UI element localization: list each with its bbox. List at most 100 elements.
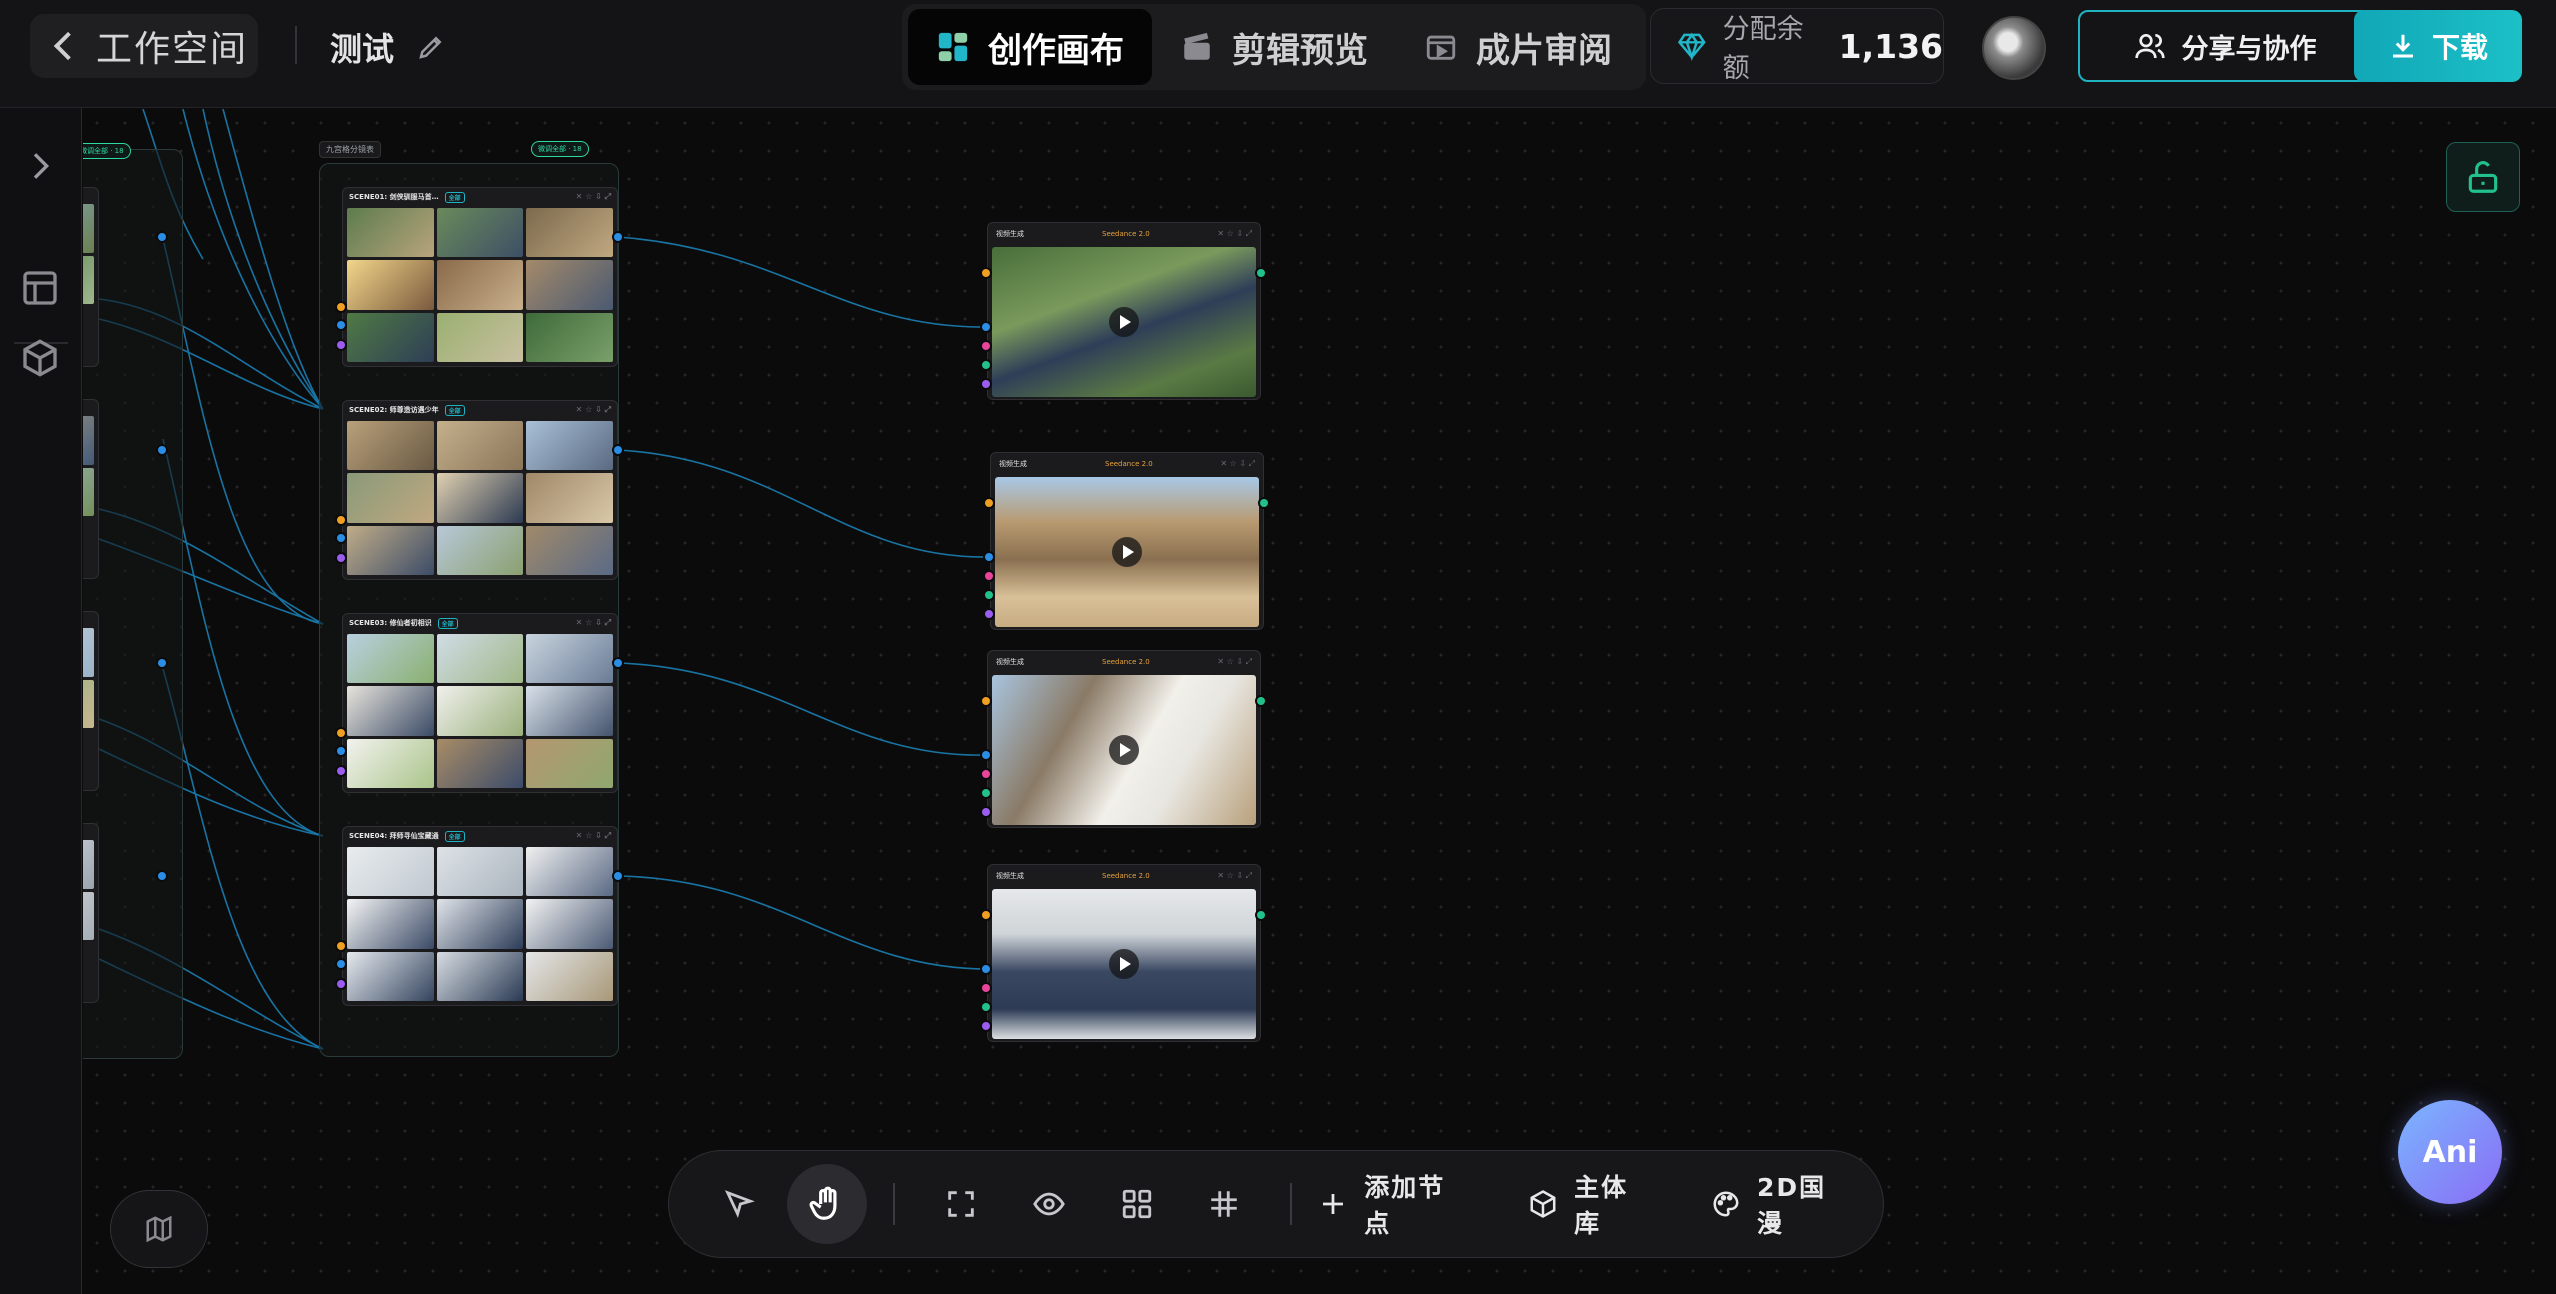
video-in-port[interactable] bbox=[980, 340, 992, 352]
storyboard-in-port-2b[interactable] bbox=[335, 532, 347, 544]
video-in-port[interactable] bbox=[980, 1020, 992, 1032]
style-button[interactable]: 2D国漫 bbox=[1711, 1168, 1853, 1240]
storyboard-out-port-3[interactable] bbox=[612, 657, 624, 669]
storyboard-out-port-2[interactable] bbox=[612, 444, 624, 456]
video-in-port[interactable] bbox=[980, 749, 992, 761]
canvas-lock-button[interactable] bbox=[2446, 142, 2520, 212]
library-button[interactable]: 主体库 bbox=[1528, 1168, 1655, 1240]
balance-display[interactable]: 分配余额 1,136 bbox=[1650, 8, 1944, 84]
port-left-2[interactable] bbox=[156, 444, 168, 456]
play-icon[interactable] bbox=[1109, 306, 1139, 337]
hand-tool-button[interactable] bbox=[786, 1164, 867, 1244]
video-tools[interactable]: ✕ ☆ ⇩ ⤢ bbox=[1217, 229, 1252, 239]
video-tools[interactable]: ✕ ☆ ⇩ ⤢ bbox=[1217, 871, 1252, 881]
back-to-workspace-button[interactable]: 工作空间 bbox=[30, 14, 258, 78]
storyboard-out-port-1[interactable] bbox=[612, 231, 624, 243]
storyboard-tools[interactable]: ✕ ☆ ⇩ ⤢ bbox=[576, 405, 611, 415]
video-in-port[interactable] bbox=[980, 359, 992, 371]
video-model[interactable]: Seedance 2.0 bbox=[1102, 230, 1150, 238]
video-in-port[interactable] bbox=[983, 570, 995, 582]
partial-storyboard-1[interactable] bbox=[83, 187, 99, 367]
video-node-2[interactable]: 视频生成 Seedance 2.0 ✕ ☆ ⇩ ⤢ bbox=[990, 452, 1264, 630]
video-model[interactable]: Seedance 2.0 bbox=[1105, 460, 1153, 468]
video-node-3[interactable]: 视频生成 Seedance 2.0 ✕ ☆ ⇩ ⤢ bbox=[987, 650, 1261, 828]
video-in-port[interactable] bbox=[983, 497, 995, 509]
left-group-badge[interactable]: 微调全部 · 18 bbox=[83, 143, 131, 159]
video-node-4[interactable]: 视频生成 Seedance 2.0 ✕ ☆ ⇩ ⤢ bbox=[987, 864, 1261, 1042]
storyboard-tools[interactable]: ✕ ☆ ⇩ ⤢ bbox=[576, 831, 611, 841]
minimap-button[interactable] bbox=[110, 1190, 208, 1268]
storyboard-in-port-4a[interactable] bbox=[335, 940, 347, 952]
storyboard-tag[interactable]: 全部 bbox=[444, 404, 465, 416]
video-out-port[interactable] bbox=[1255, 909, 1267, 921]
play-icon[interactable] bbox=[1109, 734, 1139, 765]
storyboard-tag[interactable]: 全部 bbox=[444, 191, 465, 203]
storyboard-in-port-1b[interactable] bbox=[335, 319, 347, 331]
video-in-port[interactable] bbox=[980, 909, 992, 921]
cube-icon[interactable] bbox=[20, 338, 60, 378]
video-in-port[interactable] bbox=[980, 378, 992, 390]
storyboard-tools[interactable]: ✕ ☆ ⇩ ⤢ bbox=[576, 192, 611, 202]
snap-grid-button[interactable] bbox=[1184, 1164, 1264, 1244]
storyboard-in-port-3b[interactable] bbox=[335, 745, 347, 757]
creation-canvas[interactable]: 微调全部 · 18 九宫格分镜表 微调全部 · 18 SCENE01: 剑侠驯服… bbox=[83, 109, 2556, 1294]
video-model[interactable]: Seedance 2.0 bbox=[1102, 658, 1150, 666]
ani-assistant-button[interactable]: Ani bbox=[2398, 1100, 2502, 1204]
storyboard-in-port-2c[interactable] bbox=[335, 552, 347, 564]
layout-grid-button[interactable] bbox=[1097, 1164, 1177, 1244]
video-out-port[interactable] bbox=[1258, 497, 1270, 509]
video-tools[interactable]: ✕ ☆ ⇩ ⤢ bbox=[1217, 657, 1252, 667]
preview-button[interactable] bbox=[1009, 1164, 1089, 1244]
play-icon[interactable] bbox=[1112, 536, 1142, 567]
storyboard-in-port-3c[interactable] bbox=[335, 765, 347, 777]
storyboard-in-port-1a[interactable] bbox=[335, 301, 347, 313]
fit-view-button[interactable] bbox=[921, 1164, 1001, 1244]
video-in-port[interactable] bbox=[980, 982, 992, 994]
video-in-port[interactable] bbox=[980, 695, 992, 707]
video-in-port[interactable] bbox=[980, 963, 992, 975]
port-left-1[interactable] bbox=[156, 231, 168, 243]
add-node-button[interactable]: 添加节点 bbox=[1318, 1168, 1472, 1240]
video-in-port[interactable] bbox=[980, 806, 992, 818]
storyboard-out-port-4[interactable] bbox=[612, 870, 624, 882]
video-in-port[interactable] bbox=[983, 589, 995, 601]
layout-icon[interactable] bbox=[20, 268, 60, 308]
storyboard-in-port-3a[interactable] bbox=[335, 727, 347, 739]
play-icon[interactable] bbox=[1109, 948, 1139, 979]
partial-storyboard-2[interactable] bbox=[83, 399, 99, 579]
storyboard-node-1[interactable]: SCENE01: 剑侠驯服马首… 全部 ✕ ☆ ⇩ ⤢ bbox=[342, 187, 618, 367]
video-in-port[interactable] bbox=[980, 787, 992, 799]
storyboard-in-port-4b[interactable] bbox=[335, 958, 347, 970]
video-out-port[interactable] bbox=[1255, 267, 1267, 279]
video-in-port[interactable] bbox=[983, 551, 995, 563]
video-in-port[interactable] bbox=[980, 321, 992, 333]
tab-edit-preview[interactable]: 剪辑预览 bbox=[1152, 9, 1396, 85]
storyboard-group-badge[interactable]: 微调全部 · 18 bbox=[531, 141, 589, 157]
storyboard-tag[interactable]: 全部 bbox=[437, 617, 458, 629]
video-in-port[interactable] bbox=[983, 608, 995, 620]
storyboard-tools[interactable]: ✕ ☆ ⇩ ⤢ bbox=[576, 618, 611, 628]
video-in-port[interactable] bbox=[980, 768, 992, 780]
download-button[interactable]: 下载 bbox=[2354, 10, 2522, 82]
storyboard-node-3[interactable]: SCENE03: 修仙者初相识 全部 ✕ ☆ ⇩ ⤢ bbox=[342, 613, 618, 793]
storyboard-in-port-4c[interactable] bbox=[335, 978, 347, 990]
video-node-1[interactable]: 视频生成 Seedance 2.0 ✕ ☆ ⇩ ⤢ bbox=[987, 222, 1261, 400]
storyboard-tag[interactable]: 全部 bbox=[444, 830, 465, 842]
video-in-port[interactable] bbox=[980, 1001, 992, 1013]
pencil-icon[interactable] bbox=[416, 32, 446, 62]
user-avatar[interactable] bbox=[1982, 16, 2046, 80]
share-collaborate-button[interactable]: 分享与协作 bbox=[2078, 10, 2372, 82]
video-in-port[interactable] bbox=[980, 267, 992, 279]
chevron-right-icon[interactable] bbox=[20, 146, 60, 186]
video-model[interactable]: Seedance 2.0 bbox=[1102, 872, 1150, 880]
partial-storyboard-3[interactable] bbox=[83, 611, 99, 791]
port-left-4[interactable] bbox=[156, 870, 168, 882]
tab-review[interactable]: 成片审阅 bbox=[1396, 9, 1640, 85]
select-tool-button[interactable] bbox=[699, 1164, 779, 1244]
storyboard-in-port-1c[interactable] bbox=[335, 339, 347, 351]
partial-storyboard-4[interactable] bbox=[83, 823, 99, 1003]
video-tools[interactable]: ✕ ☆ ⇩ ⤢ bbox=[1220, 459, 1255, 469]
storyboard-node-4[interactable]: SCENE04: 拜师寻仙宝藏通 全部 ✕ ☆ ⇩ ⤢ bbox=[342, 826, 618, 1006]
storyboard-in-port-2a[interactable] bbox=[335, 514, 347, 526]
storyboard-node-2[interactable]: SCENE02: 师尊造访遇少年 全部 ✕ ☆ ⇩ ⤢ bbox=[342, 400, 618, 580]
